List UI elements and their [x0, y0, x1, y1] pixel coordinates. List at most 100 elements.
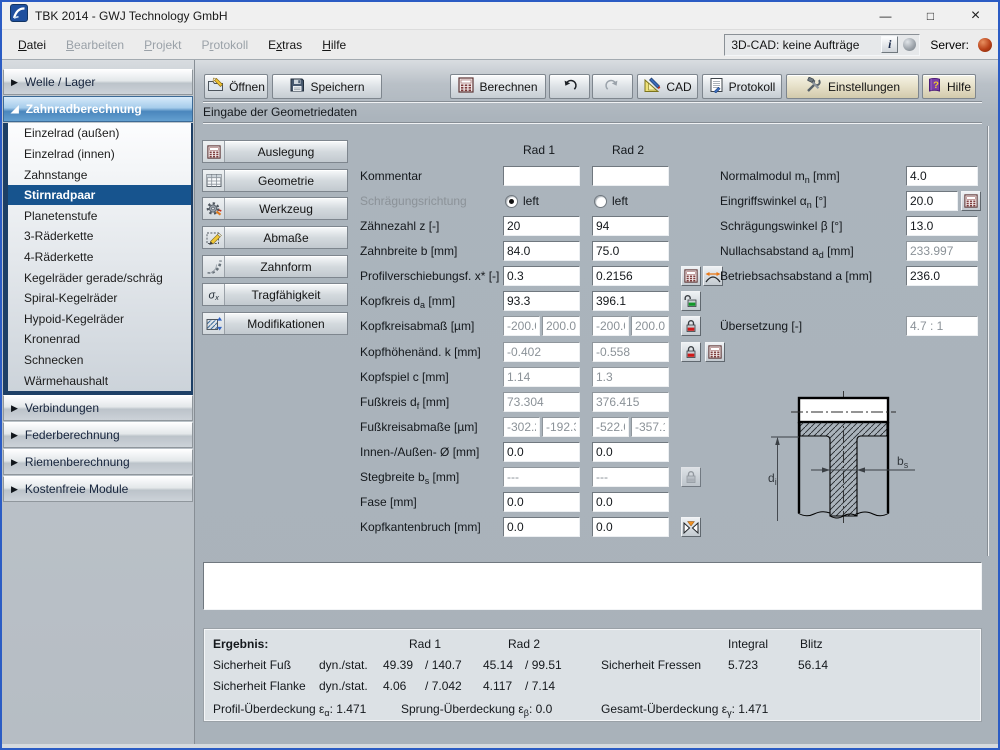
sicherheit-fuss-label: Sicherheit Fuß	[213, 658, 291, 672]
titlebar: TBK 2014 - GWJ Technology GmbH — □ ×	[2, 2, 998, 30]
calculator-icon	[708, 345, 722, 359]
calculator-icon-button[interactable]	[681, 266, 701, 286]
kopfkantenbruch-rad2-input[interactable]	[592, 517, 669, 537]
fase-rad1-input[interactable]	[503, 492, 580, 512]
menu-hilfe[interactable]: Hilfe	[312, 34, 356, 56]
lock-closed-icon-button[interactable]	[681, 316, 701, 336]
sidebar-item-spiral-kegelraeder[interactable]: Spiral-Kegelräder	[8, 288, 191, 309]
fusskreis-rad2-input	[592, 392, 669, 412]
innen-aussen-rad1-input[interactable]	[503, 442, 580, 462]
lock-closed-icon-button[interactable]	[681, 342, 701, 362]
sidebar-gear-list: Einzelrad (außen) Einzelrad (innen) Zahn…	[3, 123, 193, 395]
stegbreite-rad1-input	[503, 467, 580, 487]
sidebar-item-hypoid-kegelraeder[interactable]: Hypoid-Kegelräder	[8, 308, 191, 329]
kopfkreis-rad1-input[interactable]	[503, 291, 580, 311]
results-col-integral: Integral	[728, 637, 768, 651]
schraegungswinkel-input[interactable]	[906, 216, 978, 236]
sidebar-section-riemenberechnung[interactable]: ▶Riemenberechnung	[3, 449, 193, 475]
gear-section-drawing: di bs	[763, 385, 973, 550]
menubar: Datei Bearbeiten Projekt Protokoll Extra…	[2, 30, 998, 60]
zaehnezahl-rad2-input[interactable]	[592, 216, 669, 236]
fusskreisabmasse-rad1-lower-input	[503, 417, 540, 437]
sidebar-item-stirnradpaar[interactable]: Stirnradpaar	[8, 185, 191, 206]
sidebar: ▶Welle / Lager ◢Zahnradberechnung Einzel…	[2, 60, 195, 744]
sidebar-item-4-raederkette[interactable]: 4-Räderkette	[8, 247, 191, 268]
collapsed-arrow-icon: ▶	[11, 430, 18, 441]
cad-button[interactable]: CAD	[637, 74, 698, 99]
chamfer-icon	[683, 520, 699, 535]
schraegungsrichtung-label: Schrägungsrichtung	[360, 194, 467, 208]
sidebar-item-zahnstange[interactable]: Zahnstange	[8, 164, 191, 185]
kopfkreisabmass-rad1-upper-input	[542, 316, 580, 336]
sidebar-section-federberechnung[interactable]: ▶Federberechnung	[3, 422, 193, 448]
results-panel: Ergebnis: Rad 1 Rad 2 Integral Blitz Sic…	[203, 628, 982, 722]
open-button[interactable]: Öffnen	[204, 74, 268, 99]
sprung-ueberdeckung: Sprung-Überdeckung εβ: 0.0	[401, 702, 552, 716]
cad-setsquare-icon	[643, 77, 661, 96]
chamfer-icon-button[interactable]	[681, 517, 701, 537]
calculator-icon-button[interactable]	[705, 342, 725, 362]
settings-button[interactable]: Einstellungen	[786, 74, 919, 99]
rad1-column-header: Rad 1	[523, 143, 555, 157]
fuss-rad1-stat: / 140.7	[425, 658, 462, 672]
sidebar-section-verbindungen[interactable]: ▶Verbindungen	[3, 395, 193, 421]
expanded-arrow-icon: ◢	[11, 104, 19, 115]
server-status-dot	[978, 38, 992, 52]
maximize-button[interactable]: □	[908, 2, 953, 29]
info-button[interactable]: i	[881, 36, 898, 53]
normalmodul-input[interactable]	[906, 166, 978, 186]
main-body: ▶Welle / Lager ◢Zahnradberechnung Einzel…	[2, 60, 998, 744]
zahnbreite-rad1-input[interactable]	[503, 241, 580, 261]
lock-open-icon-button[interactable]	[681, 291, 701, 311]
sidebar-item-3-raederkette[interactable]: 3-Räderkette	[8, 226, 191, 247]
schraegung-rad1-radio[interactable]	[505, 195, 518, 208]
sidebar-item-kronenrad[interactable]: Kronenrad	[8, 329, 191, 350]
sidebar-item-einzelrad-innen[interactable]: Einzelrad (innen)	[8, 144, 191, 165]
save-button[interactable]: Speichern	[272, 74, 382, 99]
cad-status-dot	[903, 38, 916, 51]
calculator-icon-button[interactable]	[961, 191, 981, 211]
protocol-document-icon	[709, 77, 724, 96]
fuss-mode: dyn./stat.	[319, 658, 368, 672]
zaehnezahl-rad1-input[interactable]	[503, 216, 580, 236]
undo-icon	[562, 78, 577, 95]
betriebsachsabstand-input[interactable]	[906, 266, 978, 286]
profilverschiebung-rad2-input[interactable]	[592, 266, 669, 286]
kommentar-rad2-input[interactable]	[592, 166, 669, 186]
kopfkantenbruch-rad1-input[interactable]	[503, 517, 580, 537]
undo-button[interactable]	[549, 74, 590, 99]
innen-aussen-rad2-input[interactable]	[592, 442, 669, 462]
close-button[interactable]: ×	[953, 2, 998, 29]
fase-rad2-input[interactable]	[592, 492, 669, 512]
kommentar-rad1-input[interactable]	[503, 166, 580, 186]
sidebar-item-waermehaushalt[interactable]: Wärmehaushalt	[8, 370, 191, 391]
kopfkreis-rad2-input[interactable]	[592, 291, 669, 311]
cad-status-box: 3D-CAD: keine Aufträge i	[724, 34, 920, 56]
eingriffswinkel-label: Eingriffswinkel αn [°]	[720, 194, 827, 208]
sidebar-section-welle-lager[interactable]: ▶Welle / Lager	[3, 69, 193, 95]
sidebar-item-planetenstufe[interactable]: Planetenstufe	[8, 205, 191, 226]
help-button[interactable]: ? Hilfe	[922, 74, 976, 99]
menu-extras[interactable]: Extras	[258, 34, 312, 56]
sidebar-item-schnecken[interactable]: Schnecken	[8, 350, 191, 371]
sidebar-item-einzelrad-aussen[interactable]: Einzelrad (außen)	[8, 123, 191, 144]
kopfkreisabmass-rad2-upper-input	[631, 316, 669, 336]
profilverschiebung-rad1-input[interactable]	[503, 266, 580, 286]
divider	[203, 122, 982, 124]
eingriffswinkel-input[interactable]	[906, 191, 958, 211]
lock-disabled-icon	[684, 470, 698, 484]
sidebar-item-kegelraeder[interactable]: Kegelräder gerade/schräg	[8, 267, 191, 288]
sidebar-section-zahnradberechnung[interactable]: ◢Zahnradberechnung	[3, 96, 193, 122]
zahnbreite-rad2-input[interactable]	[592, 241, 669, 261]
sidebar-section-kostenfreie-module[interactable]: ▶Kostenfreie Module	[3, 476, 193, 502]
schraegung-rad2-radio[interactable]	[594, 195, 607, 208]
fusskreis-rad1-input	[503, 392, 580, 412]
menu-bearbeiten: Bearbeiten	[56, 34, 134, 56]
fuss-rad1-dyn: 49.39	[383, 658, 413, 672]
message-box	[203, 562, 982, 610]
menu-datei[interactable]: Datei	[8, 34, 56, 56]
calculate-button[interactable]: Berechnen	[450, 74, 546, 99]
protocol-button[interactable]: Protokoll	[702, 74, 782, 99]
fressen-integral-value: 5.723	[728, 658, 758, 672]
minimize-button[interactable]: —	[863, 2, 908, 29]
